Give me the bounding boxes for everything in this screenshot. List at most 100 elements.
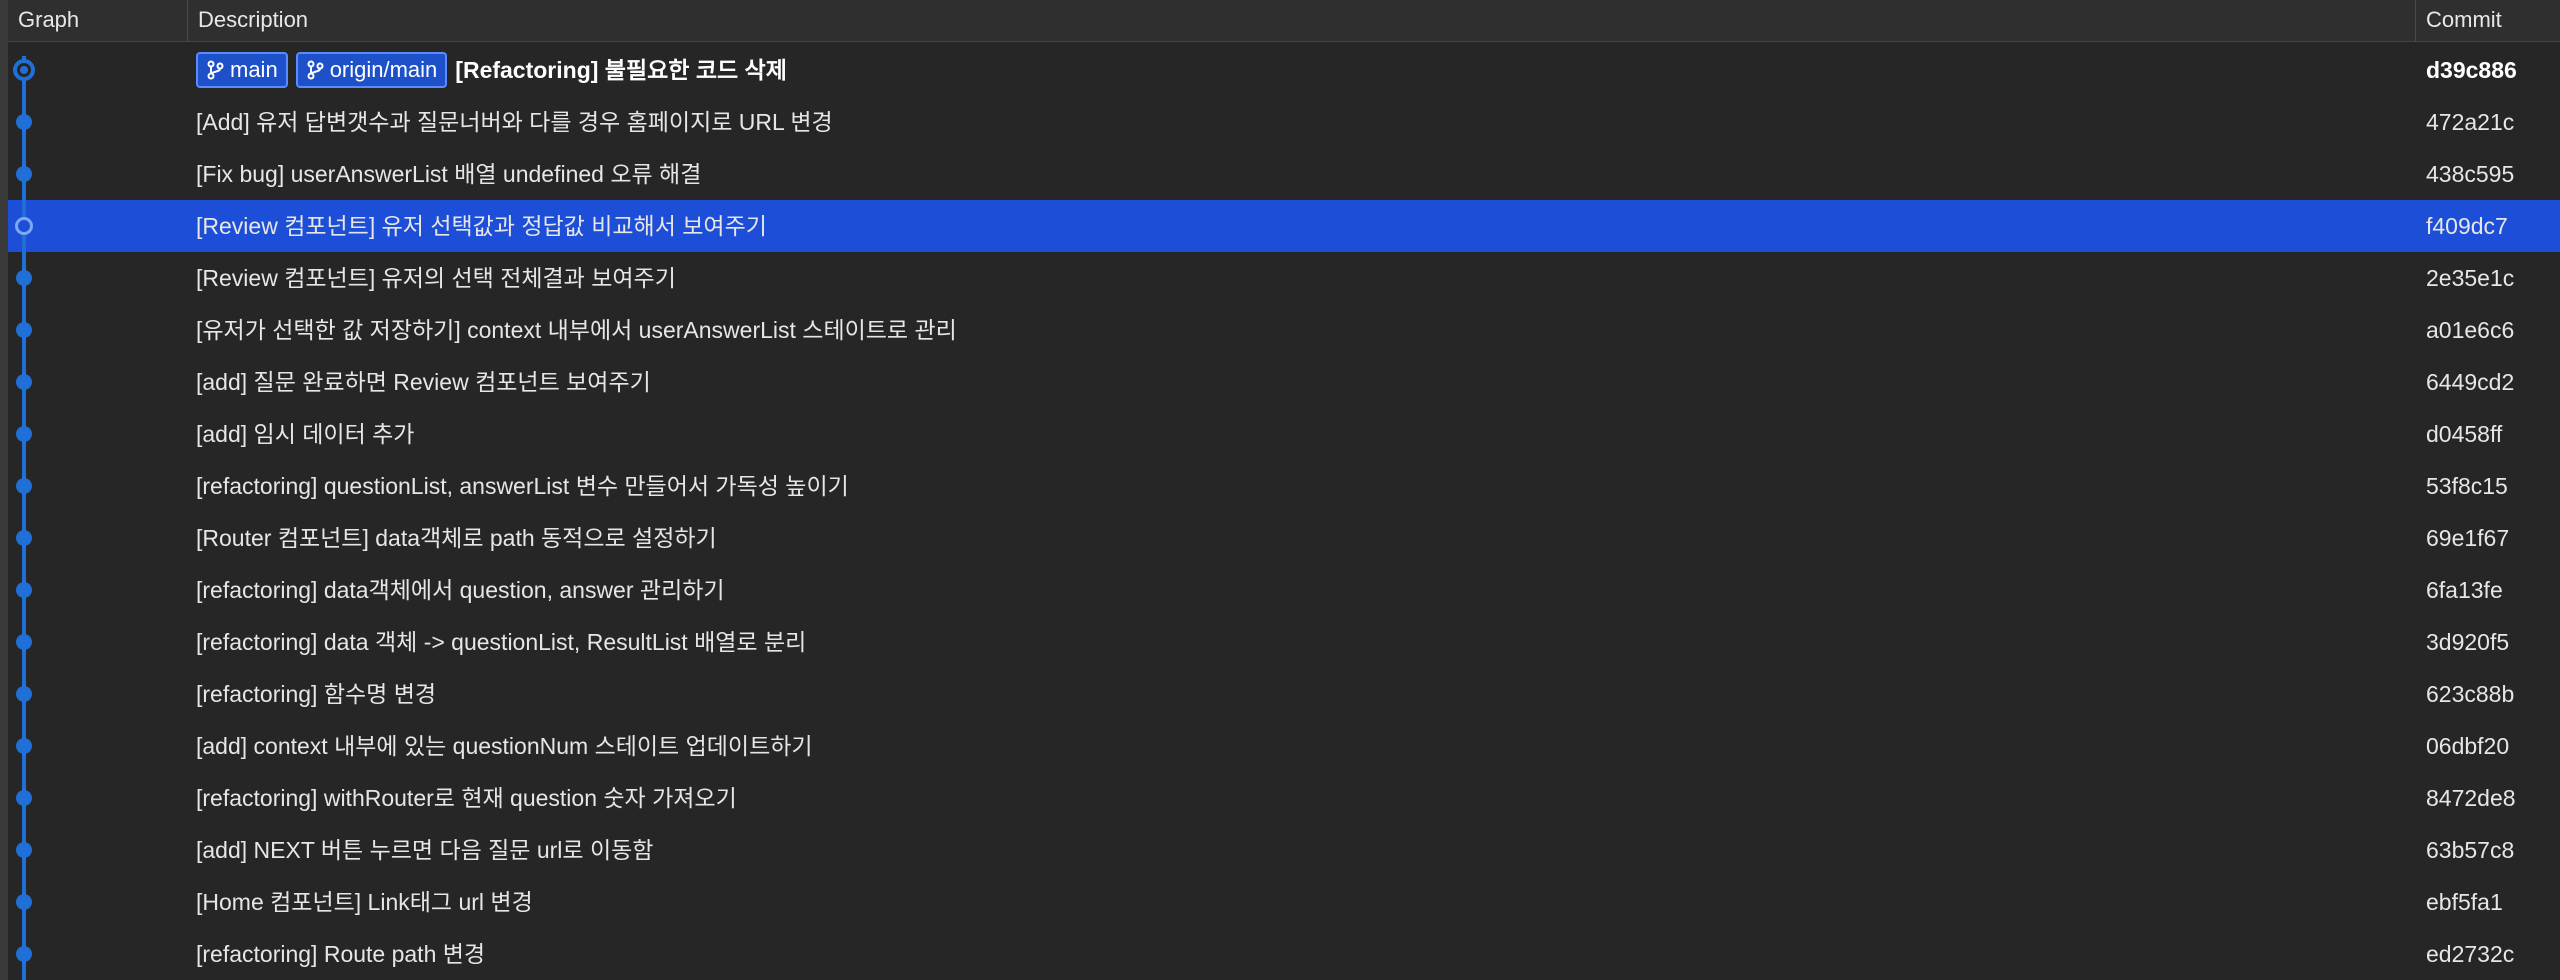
commit-message: [refactoring] 함수명 변경 xyxy=(196,681,437,707)
branch-icon xyxy=(207,60,224,80)
graph-node xyxy=(16,426,32,442)
commit-row[interactable]: [refactoring] questionList, answerList 변… xyxy=(8,460,2560,512)
commit-hash: 472a21c xyxy=(2426,109,2515,135)
commit-description: [Fix bug] userAnswerList 배열 undefined 오류… xyxy=(196,148,701,200)
commit-row[interactable]: [refactoring] data객체에서 question, answer … xyxy=(8,564,2560,616)
commit-row[interactable]: [add] NEXT 버튼 누르면 다음 질문 url로 이동함 63b57c8 xyxy=(8,824,2560,876)
commit-description: [Review 컴포넌트] 유저의 선택 전체결과 보여주기 xyxy=(196,252,676,304)
graph-node xyxy=(16,894,32,910)
commit-description: [유저가 선택한 값 저장하기] context 내부에서 userAnswer… xyxy=(196,304,957,356)
graph-node-head xyxy=(13,59,35,81)
graph-node xyxy=(16,322,32,338)
header-commit[interactable]: Commit xyxy=(2416,0,2560,42)
commit-description: [refactoring] Route path 변경 xyxy=(196,928,485,980)
commit-message: [Review 컴포넌트] 유저 선택값과 정답값 비교해서 보여주기 xyxy=(196,213,767,239)
commit-row-selected[interactable]: [Review 컴포넌트] 유저 선택값과 정답값 비교해서 보여주기 f409… xyxy=(8,200,2560,252)
left-edge-bar xyxy=(0,0,8,980)
branch-badge-origin-main[interactable]: origin/main xyxy=(295,52,448,88)
graph-node xyxy=(16,842,32,858)
commit-message: [refactoring] data 객체 -> questionList, R… xyxy=(196,629,807,655)
commit-description: [add] 임시 데이터 추가 xyxy=(196,408,414,460)
commit-description: [Router 컴포넌트] data객체로 path 동적으로 설정하기 xyxy=(196,512,717,564)
commit-description: [Add] 유저 답변갯수과 질문너버와 다를 경우 홈페이지로 URL 변경 xyxy=(196,96,833,148)
branch-label: origin/main xyxy=(329,57,438,82)
commit-hash: f409dc7 xyxy=(2426,213,2508,239)
commit-row[interactable]: [refactoring] Route path 변경 ed2732c xyxy=(8,928,2560,980)
commit-description: main origin/main [Refactoring] 불필요한 코드 삭… xyxy=(196,44,787,96)
graph-node xyxy=(16,166,32,182)
commit-message: [Review 컴포넌트] 유저의 선택 전체결과 보여주기 xyxy=(196,265,676,291)
commit-row[interactable]: [Add] 유저 답변갯수과 질문너버와 다를 경우 홈페이지로 URL 변경 … xyxy=(8,96,2560,148)
commit-row[interactable]: main origin/main [Refactoring] 불필요한 코드 삭… xyxy=(8,44,2560,96)
branch-badge-main[interactable]: main xyxy=(196,52,288,88)
column-header: Graph Description Commit xyxy=(8,0,2560,42)
branch-label: main xyxy=(230,57,278,82)
graph-node xyxy=(16,946,32,962)
commit-message: [Router 컴포넌트] data객체로 path 동적으로 설정하기 xyxy=(196,525,717,551)
commit-message: [Refactoring] 불필요한 코드 삭제 xyxy=(455,57,787,83)
git-history-view: Graph Description Commit main origin/mai… xyxy=(0,0,2560,980)
commit-description: [refactoring] 함수명 변경 xyxy=(196,668,436,720)
commit-message: [add] 질문 완료하면 Review 컴포넌트 보여주기 xyxy=(196,369,651,395)
graph-node-selected xyxy=(15,217,33,235)
commit-description: [Home 컴포넌트] Link태그 url 변경 xyxy=(196,876,533,928)
commit-message: [Home 컴포넌트] Link태그 url 변경 xyxy=(196,889,533,915)
commit-hash: ed2732c xyxy=(2426,941,2515,967)
commit-message: [refactoring] questionList, answerList 변… xyxy=(196,473,849,499)
commit-hash: 06dbf20 xyxy=(2426,733,2510,759)
graph-node xyxy=(16,582,32,598)
commit-row[interactable]: [add] 임시 데이터 추가 d0458ff xyxy=(8,408,2560,460)
commit-hash: 69e1f67 xyxy=(2426,525,2510,551)
commit-hash: 623c88b xyxy=(2426,681,2515,707)
commit-hash: d0458ff xyxy=(2426,421,2503,447)
commit-message: [add] context 내부에 있는 questionNum 스테이트 업데… xyxy=(196,733,813,759)
commit-description: [refactoring] questionList, answerList 변… xyxy=(196,460,849,512)
commit-row[interactable]: [refactoring] data 객체 -> questionList, R… xyxy=(8,616,2560,668)
commit-message: [Add] 유저 답변갯수과 질문너버와 다를 경우 홈페이지로 URL 변경 xyxy=(196,109,833,135)
graph-node xyxy=(16,114,32,130)
graph-node xyxy=(16,478,32,494)
commit-description: [refactoring] withRouter로 현재 question 숫자… xyxy=(196,772,737,824)
graph-node xyxy=(16,634,32,650)
commit-description: [add] NEXT 버튼 누르면 다음 질문 url로 이동함 xyxy=(196,824,653,876)
header-graph[interactable]: Graph xyxy=(8,0,188,42)
commit-message: [refactoring] Route path 변경 xyxy=(196,941,486,967)
commit-row[interactable]: [Home 컴포넌트] Link태그 url 변경 ebf5fa1 xyxy=(8,876,2560,928)
commit-row[interactable]: [Router 컴포넌트] data객체로 path 동적으로 설정하기 69e… xyxy=(8,512,2560,564)
graph-node xyxy=(16,686,32,702)
graph-node xyxy=(16,530,32,546)
commit-hash: 438c595 xyxy=(2426,161,2515,187)
commit-hash: a01e6c6 xyxy=(2426,317,2515,343)
commit-message: [add] NEXT 버튼 누르면 다음 질문 url로 이동함 xyxy=(196,837,654,863)
commit-row[interactable]: [Review 컴포넌트] 유저의 선택 전체결과 보여주기 2e35e1c xyxy=(8,252,2560,304)
commit-description: [Review 컴포넌트] 유저 선택값과 정답값 비교해서 보여주기 xyxy=(196,200,767,252)
commit-hash: 3d920f5 xyxy=(2426,629,2510,655)
commit-list: main origin/main [Refactoring] 불필요한 코드 삭… xyxy=(8,44,2560,980)
commit-description: [add] 질문 완료하면 Review 컴포넌트 보여주기 xyxy=(196,356,651,408)
commit-hash: d39c886 xyxy=(2426,57,2517,83)
graph-node xyxy=(16,270,32,286)
commit-message: [Fix bug] userAnswerList 배열 undefined 오류… xyxy=(196,161,702,187)
commit-message: [add] 임시 데이터 추가 xyxy=(196,421,415,447)
commit-row[interactable]: [refactoring] withRouter로 현재 question 숫자… xyxy=(8,772,2560,824)
commit-description: [refactoring] data객체에서 question, answer … xyxy=(196,564,725,616)
commit-message: [refactoring] withRouter로 현재 question 숫자… xyxy=(196,785,737,811)
commit-hash: 6449cd2 xyxy=(2426,369,2515,395)
commit-message: [refactoring] data객체에서 question, answer … xyxy=(196,577,725,603)
commit-hash: ebf5fa1 xyxy=(2426,889,2503,915)
commit-hash: 2e35e1c xyxy=(2426,265,2515,291)
graph-node xyxy=(16,738,32,754)
commit-row[interactable]: [add] context 내부에 있는 questionNum 스테이트 업데… xyxy=(8,720,2560,772)
commit-hash: 8472de8 xyxy=(2426,785,2516,811)
commit-row[interactable]: [유저가 선택한 값 저장하기] context 내부에서 userAnswer… xyxy=(8,304,2560,356)
commit-row[interactable]: [refactoring] 함수명 변경 623c88b xyxy=(8,668,2560,720)
graph-node xyxy=(16,374,32,390)
commit-row[interactable]: [Fix bug] userAnswerList 배열 undefined 오류… xyxy=(8,148,2560,200)
commit-description: [refactoring] data 객체 -> questionList, R… xyxy=(196,616,806,668)
commit-hash: 63b57c8 xyxy=(2426,837,2515,863)
branch-icon xyxy=(307,60,324,80)
commit-hash: 53f8c15 xyxy=(2426,473,2508,499)
header-description[interactable]: Description xyxy=(188,0,2416,42)
commit-description: [add] context 내부에 있는 questionNum 스테이트 업데… xyxy=(196,720,813,772)
commit-row[interactable]: [add] 질문 완료하면 Review 컴포넌트 보여주기 6449cd2 xyxy=(8,356,2560,408)
